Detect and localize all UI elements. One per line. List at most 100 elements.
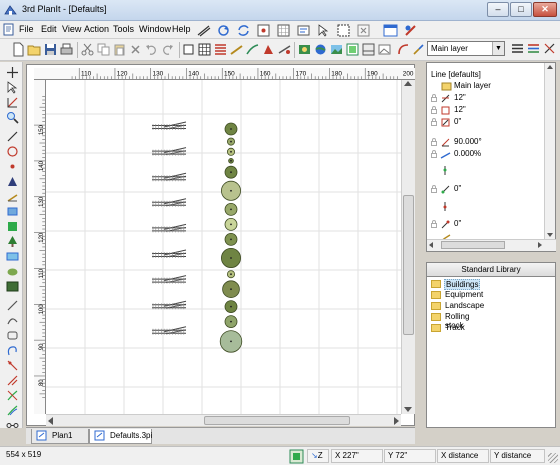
picture-icon[interactable] xyxy=(377,42,392,57)
signal-icon[interactable] xyxy=(277,42,292,57)
crossing-tool-icon[interactable] xyxy=(6,389,19,402)
plan-canvas[interactable] xyxy=(46,80,401,414)
lock-icon[interactable] xyxy=(431,138,437,146)
tab-defaults[interactable]: Defaults.3pi xyxy=(89,429,152,444)
open-folder-icon[interactable] xyxy=(27,42,42,57)
menu-help[interactable]: Help xyxy=(172,24,191,34)
prop-height[interactable]: 12" xyxy=(427,105,543,116)
document-icon[interactable] xyxy=(3,23,15,36)
undo-icon[interactable] xyxy=(144,42,159,57)
curve-tool-icon[interactable] xyxy=(396,42,411,57)
menu-window[interactable]: Window xyxy=(139,24,171,34)
select-tool-icon[interactable] xyxy=(316,23,331,38)
library-icon[interactable] xyxy=(297,42,312,57)
lock-icon[interactable] xyxy=(431,220,437,228)
terrain-icon[interactable] xyxy=(6,265,19,278)
circle-tool-icon[interactable] xyxy=(6,145,19,158)
refresh-icon[interactable] xyxy=(236,23,251,38)
delete-icon[interactable] xyxy=(128,42,143,57)
track-tool-icon[interactable] xyxy=(229,42,244,57)
prop-width[interactable]: 12" xyxy=(427,93,543,104)
lock-icon[interactable] xyxy=(431,118,437,126)
loop-tool-icon[interactable] xyxy=(6,344,19,357)
scroll-left-arrow-icon[interactable] xyxy=(48,417,53,425)
paste-icon[interactable] xyxy=(112,42,127,57)
select-all-icon[interactable] xyxy=(336,23,351,38)
angle-tool-icon[interactable] xyxy=(6,190,19,203)
scroll-right-arrow-icon[interactable] xyxy=(538,242,542,248)
maximize-button[interactable]: □ xyxy=(510,2,532,17)
scroll-thumb[interactable] xyxy=(403,195,414,335)
lock-icon[interactable] xyxy=(431,150,437,158)
dimension-icon[interactable] xyxy=(6,96,19,109)
move-icon[interactable] xyxy=(6,66,19,79)
connector-tool-icon[interactable] xyxy=(6,419,19,432)
layer-select[interactable]: Main layer ▼ xyxy=(427,41,505,56)
new-file-icon[interactable] xyxy=(11,42,26,57)
grid-snap-icon[interactable] xyxy=(276,23,291,38)
copy-icon[interactable] xyxy=(96,42,111,57)
canvas-horizontal-scrollbar[interactable] xyxy=(46,414,401,426)
scroll-thumb[interactable] xyxy=(204,416,350,425)
lock-icon[interactable] xyxy=(431,106,437,114)
prop-end-point[interactable] xyxy=(427,201,543,212)
cut-icon[interactable] xyxy=(80,42,95,57)
layer-list-icon[interactable] xyxy=(510,41,525,56)
image-tool-icon[interactable] xyxy=(6,280,19,293)
grid-icon[interactable] xyxy=(197,42,212,57)
properties-scrollbar[interactable] xyxy=(544,63,555,239)
prop-start-elevation[interactable]: 0" xyxy=(427,184,543,195)
straight-line-icon[interactable] xyxy=(6,299,19,312)
lock-icon[interactable] xyxy=(431,185,437,193)
prop-start-point[interactable] xyxy=(427,165,543,176)
scenery-icon[interactable] xyxy=(329,42,344,57)
redraw-icon[interactable] xyxy=(216,23,231,38)
tree-icon[interactable] xyxy=(6,235,19,248)
spline-tool-icon[interactable] xyxy=(6,359,19,372)
menu-edit[interactable]: Edit xyxy=(41,24,57,34)
rounded-rect-icon[interactable] xyxy=(6,329,19,342)
menu-action[interactable]: Action xyxy=(84,24,109,34)
snap-toggle[interactable]: ↘Z xyxy=(307,449,329,463)
scroll-up-arrow-icon[interactable] xyxy=(404,81,412,86)
close-doc-icon[interactable] xyxy=(356,23,371,38)
snap-icon[interactable] xyxy=(256,23,271,38)
snap-grid-icon[interactable] xyxy=(289,449,304,464)
rectangle-tool-icon[interactable] xyxy=(6,205,19,218)
chevron-down-icon[interactable]: ▼ xyxy=(492,42,504,55)
save-icon[interactable] xyxy=(43,42,58,57)
globe-icon[interactable] xyxy=(313,42,328,57)
print-icon[interactable] xyxy=(59,42,74,57)
redo-icon[interactable] xyxy=(160,42,175,57)
layers-list-icon[interactable] xyxy=(213,42,228,57)
prop-angle[interactable]: 90.000° xyxy=(427,137,543,148)
object-tool-icon[interactable] xyxy=(261,42,276,57)
minimize-button[interactable]: – xyxy=(487,2,509,17)
scroll-up-arrow-icon[interactable] xyxy=(547,65,553,69)
triangle-tool-icon[interactable] xyxy=(6,175,19,188)
measure-icon[interactable] xyxy=(296,23,311,38)
menu-file[interactable]: File xyxy=(19,24,34,34)
debug-icon[interactable] xyxy=(403,23,418,38)
scroll-left-arrow-icon[interactable] xyxy=(429,242,433,248)
section-icon[interactable] xyxy=(361,42,376,57)
properties-horizontal-scrollbar[interactable] xyxy=(427,239,556,251)
table-icon[interactable] xyxy=(345,42,360,57)
lock-icon[interactable] xyxy=(431,94,437,102)
filled-rect-icon[interactable] xyxy=(6,220,19,233)
layer-color-icon[interactable] xyxy=(526,41,541,56)
benchwork-icon[interactable] xyxy=(6,250,19,263)
pointer-icon[interactable] xyxy=(6,81,19,94)
flextrack-icon[interactable] xyxy=(245,42,260,57)
checkbox-tool-icon[interactable] xyxy=(181,42,196,57)
library-header[interactable]: Standard Library xyxy=(426,262,556,277)
zoom-icon[interactable] xyxy=(6,111,19,124)
point-tool-icon[interactable] xyxy=(6,160,19,173)
window-layout-icon[interactable] xyxy=(383,23,398,38)
link-tool-icon[interactable] xyxy=(411,42,426,57)
resize-grip-icon[interactable] xyxy=(548,453,558,463)
prop-grade[interactable]: 0.000% xyxy=(427,149,543,160)
turnout-tool-icon[interactable] xyxy=(6,374,19,387)
rail-icon[interactable] xyxy=(196,23,211,38)
scroll-down-arrow-icon[interactable] xyxy=(547,233,553,237)
